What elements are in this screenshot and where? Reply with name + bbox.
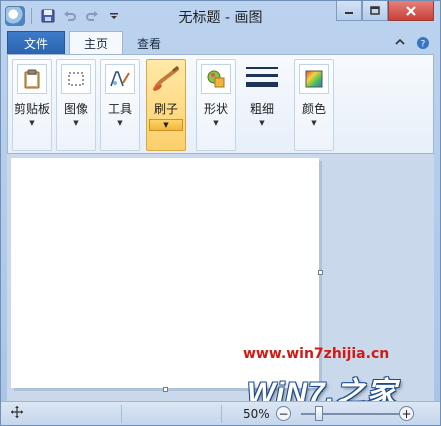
resize-handle-right[interactable] <box>318 270 323 275</box>
chevron-down-icon: ▼ <box>213 119 219 127</box>
maximize-button[interactable] <box>362 1 388 21</box>
colors-group[interactable]: 颜色 ▼ <box>294 59 334 151</box>
shapes-group[interactable]: 形状 ▼ <box>196 59 236 151</box>
zoom-out-button[interactable]: − <box>276 406 291 421</box>
move-cursor-icon <box>11 406 23 421</box>
image-group[interactable]: 图像 ▼ <box>56 59 96 151</box>
chevron-down-icon: ▼ <box>311 119 317 127</box>
ribbon-home: 剪贴板 ▼ 图像 ▼ 工具 ▼ 刷子 ▼ 形状 ▼ 粗细 ▼ 颜色 ▼ <box>7 54 434 154</box>
clipboard-icon <box>17 64 47 94</box>
clipboard-label: 剪贴板 <box>13 102 50 116</box>
title-bar: 无标题 - 画图 <box>1 1 440 31</box>
tab-file[interactable]: 文件 <box>7 31 66 55</box>
clipboard-group[interactable]: 剪贴板 ▼ <box>12 59 52 151</box>
close-button[interactable] <box>388 1 434 21</box>
chevron-down-icon: ▼ <box>259 119 265 127</box>
status-divider <box>121 405 122 423</box>
minimize-button[interactable] <box>336 1 362 21</box>
colors-label: 颜色 <box>301 102 326 116</box>
shapes-label: 形状 <box>203 102 228 116</box>
zoom-slider-thumb[interactable] <box>315 406 323 421</box>
zoom-in-button[interactable]: + <box>399 406 414 421</box>
size-group[interactable]: 粗细 ▼ <box>242 59 282 151</box>
svg-text:?: ? <box>421 40 426 50</box>
minimize-icon <box>345 11 353 14</box>
paint-window: 无标题 - 画图 文件 主页 查看 ? 剪贴板 ▼ 图像 ▼ 工具 ▼ 刷子 ▼… <box>0 0 441 426</box>
brush-icon <box>151 64 181 94</box>
tab-view[interactable]: 查看 <box>123 31 175 55</box>
select-icon <box>61 64 91 94</box>
maximize-icon <box>370 5 380 15</box>
window-controls <box>336 1 434 21</box>
tab-right-controls: ? <box>394 36 430 50</box>
brushes-group[interactable]: 刷子 ▼ <box>146 59 186 151</box>
status-bar: 50% − + <box>1 401 440 425</box>
size-label: 粗细 <box>249 102 274 116</box>
ribbon-tabs: 文件 主页 查看 ? <box>7 31 434 55</box>
shapes-icon <box>201 64 231 94</box>
chevron-down-icon: ▼ <box>29 119 35 127</box>
collapse-ribbon-icon[interactable] <box>394 36 406 48</box>
tab-home[interactable]: 主页 <box>69 31 124 55</box>
text-tool-icon <box>105 64 135 94</box>
line-size-icon <box>245 64 279 94</box>
image-label: 图像 <box>63 102 88 116</box>
chevron-down-icon: ▼ <box>149 119 183 131</box>
canvas-workspace[interactable]: www.win7zhijia.cn WiN7.之家 <box>7 154 434 401</box>
resize-handle-bottom[interactable] <box>163 387 168 392</box>
tools-label: 工具 <box>107 102 132 116</box>
help-icon[interactable]: ? <box>416 36 430 50</box>
color-palette-icon <box>299 64 329 94</box>
watermark: www.win7zhijia.cn WiN7.之家 <box>243 346 434 401</box>
chevron-down-icon: ▼ <box>117 119 123 127</box>
brushes-label: 刷子 <box>153 102 178 116</box>
watermark-logo: WiN7.之家 <box>247 377 398 401</box>
zoom-level: 50% <box>243 407 270 421</box>
tools-group[interactable]: 工具 ▼ <box>100 59 140 151</box>
chevron-down-icon: ▼ <box>73 119 79 127</box>
status-divider <box>221 405 222 423</box>
close-icon <box>406 5 416 16</box>
watermark-url: www.win7zhijia.cn <box>243 346 390 362</box>
